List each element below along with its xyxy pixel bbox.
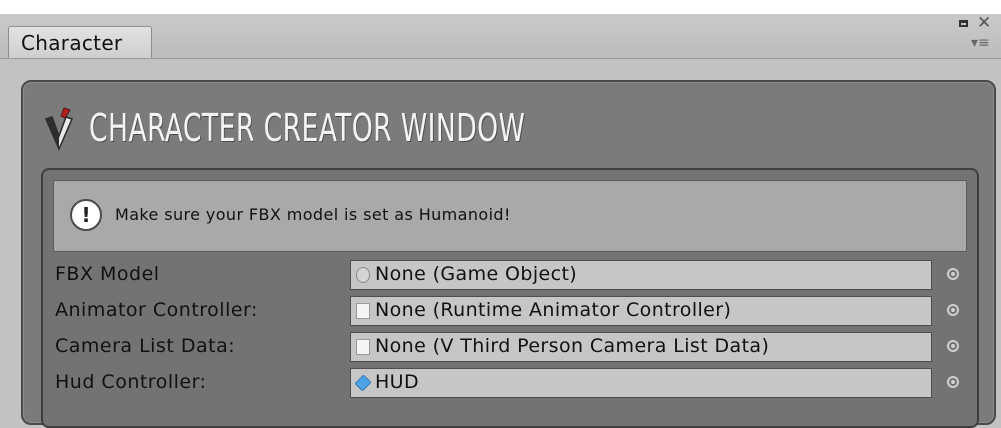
- logo-icon: [44, 107, 74, 151]
- prefab-icon: [354, 374, 372, 392]
- asset-file-icon: [356, 303, 370, 319]
- field-value: None (Game Object): [375, 263, 578, 285]
- field-label: Camera List Data:: [55, 335, 236, 357]
- field-label: Animator Controller:: [55, 299, 258, 321]
- hud-controller-field[interactable]: HUD: [350, 368, 932, 398]
- field-value: None (Runtime Animator Controller): [375, 299, 732, 321]
- help-box: ! Make sure your FBX model is set as Hum…: [53, 180, 967, 252]
- help-text: Make sure your FBX model is set as Human…: [115, 205, 511, 224]
- window-controls: ✕ ▾≡: [955, 14, 995, 54]
- game-object-icon: [356, 267, 370, 283]
- close-icon[interactable]: ✕: [977, 14, 991, 32]
- field-label: Hud Controller:: [55, 371, 207, 393]
- field-animator-controller: Animator Controller: None (Runtime Anima…: [53, 296, 969, 326]
- animator-controller-field[interactable]: None (Runtime Animator Controller): [350, 296, 932, 326]
- object-picker-icon[interactable]: [947, 340, 959, 352]
- camera-list-data-field[interactable]: None (V Third Person Camera List Data): [350, 332, 932, 362]
- info-icon: !: [70, 199, 102, 231]
- form-box: ! Make sure your FBX model is set as Hum…: [41, 168, 979, 428]
- menu-icon[interactable]: ▾≡: [971, 36, 990, 50]
- creator-panel: CHARACTER CREATOR WINDOW ! Make sure you…: [21, 80, 996, 428]
- object-picker-icon[interactable]: [947, 268, 959, 280]
- maximize-icon[interactable]: [959, 20, 968, 27]
- field-value: None (V Third Person Camera List Data): [375, 335, 770, 357]
- tab-bar: Character: [0, 14, 1001, 59]
- field-hud-controller: Hud Controller: HUD: [53, 368, 969, 398]
- object-picker-icon[interactable]: [947, 304, 959, 316]
- fbx-model-field[interactable]: None (Game Object): [350, 260, 932, 290]
- field-fbx-model: FBX Model None (Game Object): [53, 260, 969, 290]
- tab-character[interactable]: Character: [8, 26, 152, 58]
- page-title: CHARACTER CREATOR WINDOW: [89, 106, 526, 150]
- top-strip: [0, 0, 1001, 14]
- field-camera-list-data: Camera List Data: None (V Third Person C…: [53, 332, 969, 362]
- object-picker-icon[interactable]: [947, 376, 959, 388]
- tab-label: Character: [21, 31, 123, 55]
- field-label: FBX Model: [55, 263, 160, 285]
- field-value: HUD: [375, 371, 420, 393]
- asset-file-icon: [356, 339, 370, 355]
